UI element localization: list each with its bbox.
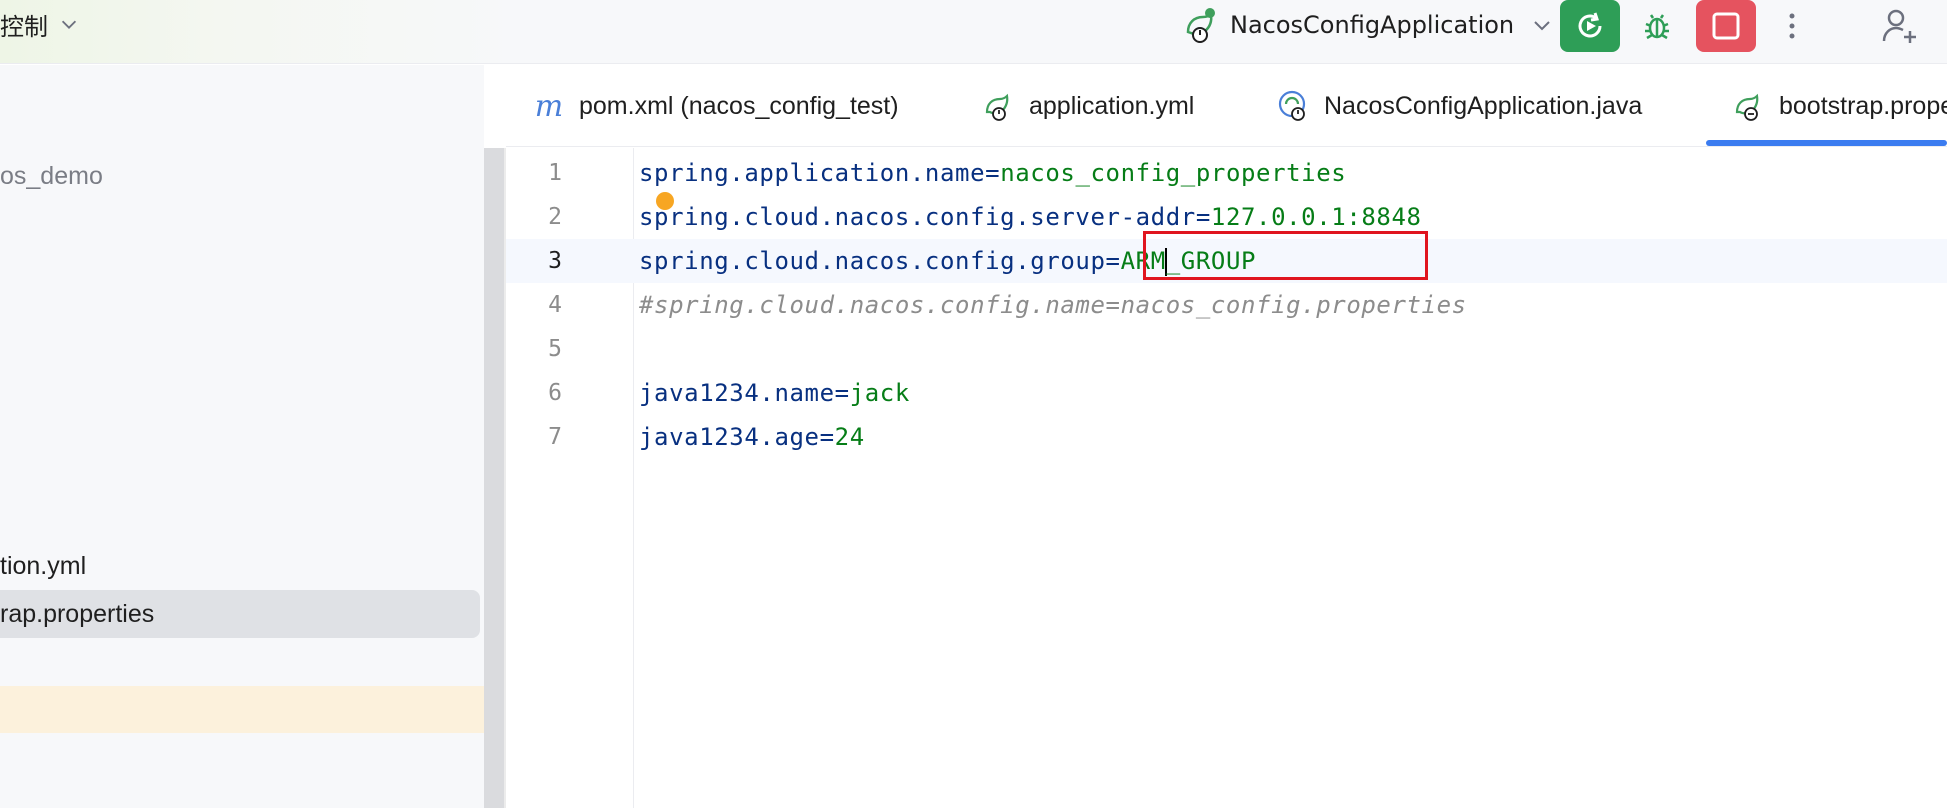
tree-empty-highlight-row <box>0 686 503 733</box>
chevron-down-icon <box>1534 21 1550 31</box>
tab-label: NacosConfigApplication.java <box>1324 91 1643 120</box>
code-editor[interactable]: 1 spring.application.name=nacos_config_p… <box>506 148 1947 808</box>
line-content: java1234.name=jack <box>639 379 910 407</box>
line-content: spring.cloud.nacos.config.server-addr=12… <box>639 203 1422 231</box>
editor-tabs: m pom.xml (nacos_config_test) applicatio… <box>506 65 1947 147</box>
code-with-me-button[interactable] <box>1870 0 1930 52</box>
bug-icon <box>1645 14 1669 40</box>
rerun-button[interactable] <box>1560 0 1620 52</box>
equals-sign: = <box>985 159 1001 187</box>
line-number: 5 <box>548 336 562 362</box>
property-key: spring.cloud.nacos.config.server-addr <box>639 203 1196 231</box>
line-number: 2 <box>548 204 562 230</box>
add-user-icon <box>1882 9 1916 43</box>
code-line-7[interactable]: 7 java1234.age=24 <box>506 415 1947 459</box>
more-actions-button[interactable] <box>1762 0 1822 52</box>
tree-item-label: tion.yml <box>0 551 87 580</box>
equals-sign: = <box>1105 246 1121 275</box>
code-line-4[interactable]: 4 #spring.cloud.nacos.config.name=nacos_… <box>506 283 1947 327</box>
tab-nacos-config-application-java[interactable]: NacosConfigApplication.java <box>1276 65 1642 147</box>
vcs-menu-label: 控制 <box>0 12 48 41</box>
project-root-label[interactable]: os_demo <box>0 162 103 191</box>
intention-bulb-icon[interactable] <box>656 192 674 210</box>
property-value: jack <box>849 379 910 407</box>
property-value: 24 <box>834 423 865 451</box>
equals-sign: = <box>819 423 835 451</box>
code-line-6[interactable]: 6 java1234.name=jack <box>506 371 1947 415</box>
tab-bootstrap-properties[interactable]: bootstrap.prope <box>1731 65 1947 147</box>
tab-label: bootstrap.prope <box>1779 91 1947 120</box>
stop-icon <box>1712 12 1740 40</box>
chevron-down-icon <box>61 20 77 29</box>
property-key: java1234.name <box>639 379 835 407</box>
annotation-highlight-box <box>1143 231 1428 280</box>
line-content: java1234.age=24 <box>639 423 865 451</box>
rerun-icon <box>1578 12 1602 38</box>
spring-boot-run-config-icon <box>1186 8 1215 43</box>
vcs-menu[interactable]: 控制 <box>0 0 80 48</box>
run-configuration-selector[interactable]: NacosConfigApplication <box>1180 4 1554 46</box>
tree-item-application-yml[interactable]: tion.yml <box>0 542 480 590</box>
property-value: nacos_config_properties <box>1000 159 1347 187</box>
code-line-1[interactable]: 1 spring.application.name=nacos_config_p… <box>506 151 1947 195</box>
panel-scrollbar[interactable] <box>484 148 504 808</box>
line-number: 3 <box>548 248 562 274</box>
maven-m-icon: m <box>534 88 564 124</box>
equals-sign: = <box>1195 203 1211 231</box>
spring-config-icon <box>1735 93 1759 121</box>
line-number: 6 <box>548 380 562 406</box>
tab-label: application.yml <box>1029 91 1195 120</box>
line-number: 7 <box>548 424 562 450</box>
property-key: spring.cloud.nacos.config.group <box>639 246 1106 275</box>
line-number: 1 <box>548 160 562 186</box>
debug-button[interactable] <box>1627 0 1687 52</box>
stop-button[interactable] <box>1696 0 1756 52</box>
main-toolbar: 控制 NacosConfigApplication <box>0 0 1947 64</box>
line-number: 4 <box>548 292 562 318</box>
tree-item-label: rap.properties <box>0 599 155 628</box>
spring-config-icon <box>985 93 1009 121</box>
more-vertical-icon <box>1789 13 1795 39</box>
equals-sign: = <box>834 379 850 407</box>
line-content: spring.application.name=nacos_config_pro… <box>639 159 1346 187</box>
run-config-name: NacosConfigApplication <box>1230 11 1515 39</box>
tab-application-yml[interactable]: application.yml <box>981 65 1194 147</box>
property-value: 127.0.0.1:8848 <box>1210 203 1422 231</box>
property-key: spring.application.name <box>639 159 986 187</box>
tab-label: pom.xml (nacos_config_test) <box>579 91 899 120</box>
code-line-5[interactable]: 5 <box>506 327 1947 371</box>
comment-text: #spring.cloud.nacos.config.name=nacos_co… <box>639 291 1467 319</box>
spring-boot-app-icon <box>1278 90 1306 121</box>
tree-item-bootstrap-properties[interactable]: rap.properties <box>0 590 480 638</box>
property-key: java1234.age <box>639 423 820 451</box>
tab-pom-xml[interactable]: m pom.xml (nacos_config_test) <box>531 65 899 147</box>
active-tab-indicator <box>1706 140 1947 146</box>
